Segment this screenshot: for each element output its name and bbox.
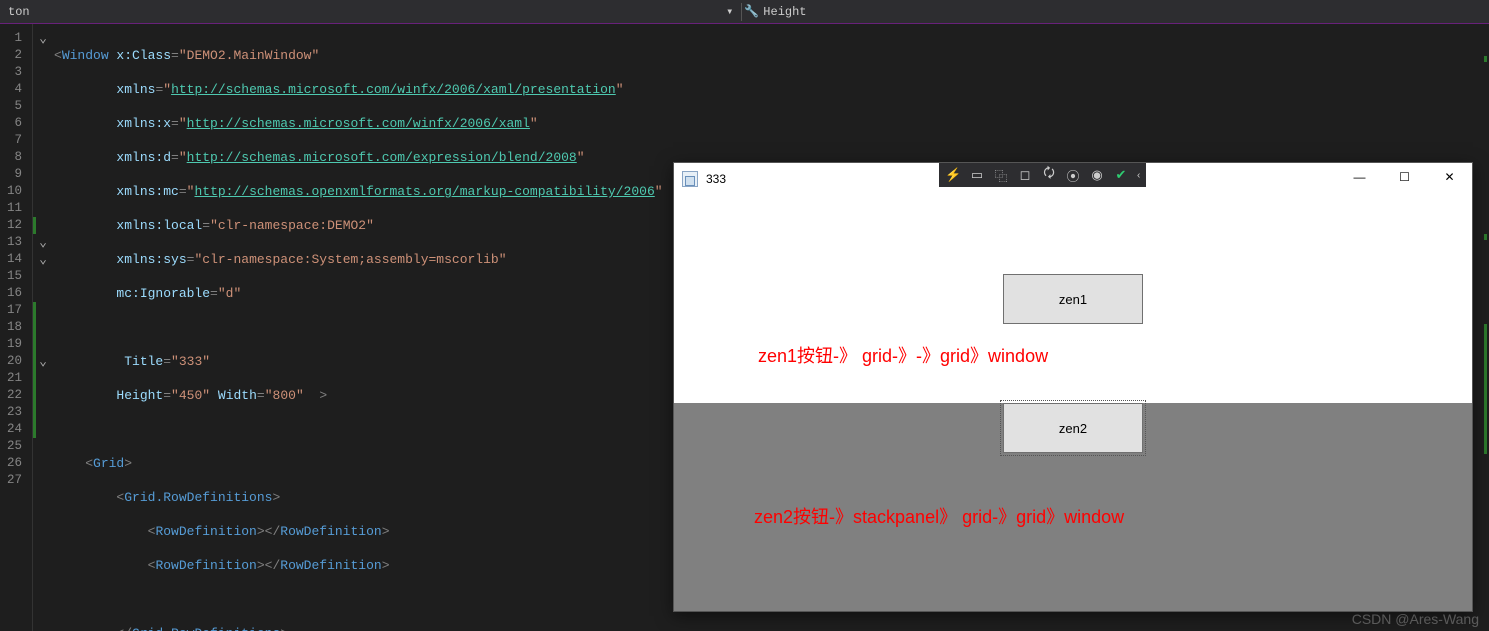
preview-window: 333 ⚡ ▭ ⿻ ◻ 🗘 ⦿ ◉ ✔ ‹ — ☐ ✕ zen1 zen1按钮-… [673,162,1473,612]
zen1-button[interactable]: zen1 [1003,274,1143,324]
fold-gutter[interactable] [36,24,50,631]
fold-toggle-icon[interactable] [36,30,50,47]
annotation-zen2: zen2按钮-》stackpanel》 grid-》grid》window [754,503,1124,529]
debug-toolbar[interactable]: ⚡ ▭ ⿻ ◻ 🗘 ⦿ ◉ ✔ ‹ [939,163,1146,187]
close-button[interactable]: ✕ [1427,163,1472,191]
preview-titlebar[interactable]: 333 ⚡ ▭ ⿻ ◻ 🗘 ⦿ ◉ ✔ ‹ — ☐ ✕ [674,163,1472,195]
code-content[interactable]: <Window x:Class="DEMO2.MainWindow" xmlns… [50,24,673,631]
accessibility-icon[interactable]: ⦿ [1065,166,1081,185]
hot-reload-icon[interactable]: 🗘 [1041,164,1057,186]
window-title: 333 [706,172,726,186]
track-focus-icon[interactable]: ◻ [1017,167,1033,183]
grid-row-0: zen1 zen1按钮-》 grid-》-》grid》window [674,195,1472,403]
maximize-button[interactable]: ☐ [1382,163,1427,191]
editor-topbar: ton ▾ 🔧 Height [0,0,1489,24]
app-icon [682,171,698,187]
preview-grid: zen1 zen1按钮-》 grid-》-》grid》window zen2 z… [674,195,1472,611]
code-editor[interactable]: 123456789 1011121314151617 1819202122232… [0,24,673,631]
check-icon[interactable]: ✔ [1113,167,1129,183]
wrench-icon: 🔧 [744,4,759,19]
breadcrumb-left[interactable]: ton [0,0,38,23]
display-layout-icon[interactable]: ⿻ [993,166,1009,185]
fold-toggle-icon[interactable] [36,234,50,251]
zen2-button[interactable]: zen2 [1003,403,1143,453]
window-buttons: — ☐ ✕ [1337,163,1472,191]
minimize-button[interactable]: — [1337,163,1382,191]
dropdown-arrow-icon[interactable]: ▾ [720,4,739,19]
grid-row-1: zen2 zen2按钮-》stackpanel》 grid-》grid》wind… [674,403,1472,611]
watermark: CSDN @Ares-Wang [1352,611,1479,627]
line-number-gutter: 123456789 1011121314151617 1819202122232… [0,24,33,631]
property-label[interactable]: Height [763,5,806,19]
select-element-icon[interactable]: ▭ [969,167,985,183]
fold-toggle-icon[interactable] [36,353,50,370]
live-visual-tree-icon[interactable]: ⚡ [945,167,961,183]
annotation-zen1: zen1按钮-》 grid-》-》grid》window [758,342,1048,368]
fold-toggle-icon[interactable] [36,251,50,268]
collapse-arrow-icon[interactable]: ‹ [1137,170,1140,181]
accessibility-alt-icon[interactable]: ◉ [1089,167,1105,183]
separator [741,3,742,21]
